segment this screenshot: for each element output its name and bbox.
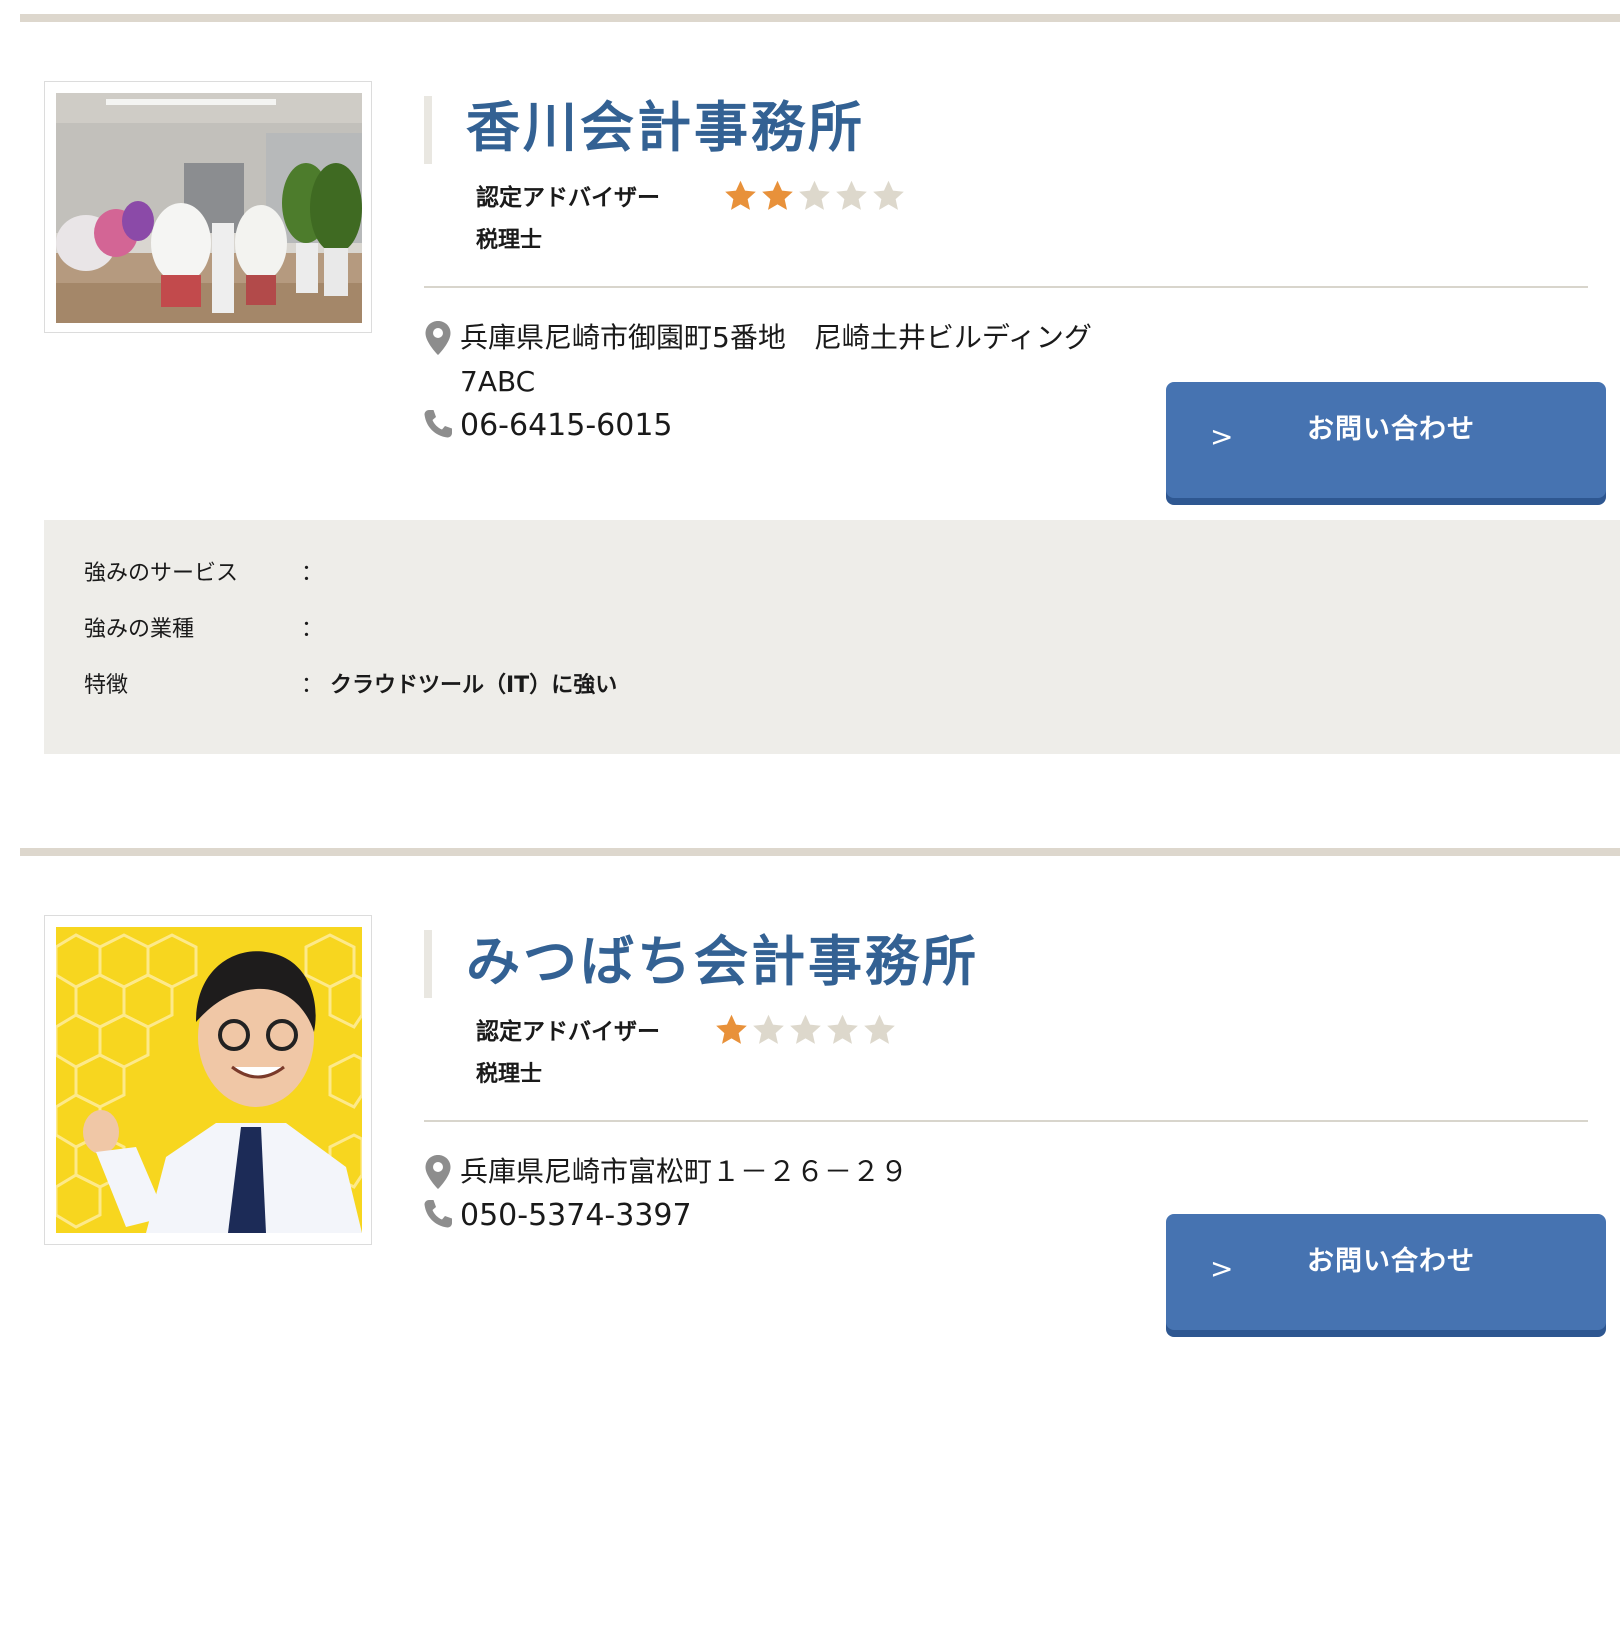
info-colon: ：: [301, 673, 324, 698]
office-photo: [56, 93, 362, 323]
star-icon: [827, 1014, 858, 1044]
rating-stars: [723, 178, 906, 218]
map-pin-icon: [425, 1155, 451, 1189]
contact-button-label: お問い合わせ: [1307, 1246, 1475, 1277]
info-value: クラウドツール（IT）に強い: [330, 673, 618, 698]
office-name[interactable]: 香川会計事務所: [466, 92, 865, 164]
info-key: 強みの業種: [84, 617, 195, 642]
star-icon: [762, 180, 793, 210]
feature-info-box: 強みのサービス ： 強みの業種 ： 特徴 ： クラウドツール（IT）に強い: [44, 520, 1620, 754]
star-icon: [790, 1014, 821, 1044]
advisor-label: 認定アドバイザー: [476, 185, 660, 211]
title-accent-bar: [424, 930, 432, 998]
card-top-rule: [20, 14, 1620, 22]
address: 兵庫県尼崎市御園町5番地 尼崎土井ビルディング 7ABC: [460, 316, 1140, 404]
star-icon: [725, 180, 756, 210]
contact-button[interactable]: > お問い合わせ: [1166, 382, 1606, 498]
info-key: 特徴: [84, 673, 129, 698]
advisor-label: 認定アドバイザー: [476, 1019, 660, 1045]
title-accent-bar: [424, 96, 432, 164]
star-icon: [753, 1014, 784, 1044]
contact-button[interactable]: > お問い合わせ: [1166, 1214, 1606, 1330]
map-pin-icon: [425, 321, 451, 355]
info-colon: ：: [301, 561, 324, 586]
office-photo-frame: [44, 915, 372, 1245]
star-icon: [836, 180, 867, 210]
divider: [424, 1120, 1588, 1122]
contact-button-label: お問い合わせ: [1307, 414, 1475, 445]
office-photo-frame: [44, 81, 372, 333]
info-key: 強みのサービス: [84, 561, 239, 586]
card-top-rule: [20, 848, 1620, 856]
rating-stars: [714, 1012, 897, 1052]
address-line-1: 兵庫県尼崎市御園町5番地 尼崎土井ビルディング: [460, 321, 1092, 354]
office-name[interactable]: みつばち会計事務所: [466, 926, 979, 998]
advisor-portrait: [56, 927, 362, 1233]
address-line-2: 7ABC: [460, 365, 536, 398]
phone-icon: [424, 410, 452, 438]
office-card: みつばち会計事務所 認定アドバイザー 税理士 兵庫県尼崎市富松町１－２６－２９ …: [0, 848, 1620, 1648]
phone-number[interactable]: 050-5374-3397: [460, 1194, 692, 1238]
star-icon: [716, 1014, 747, 1044]
star-icon: [873, 180, 904, 210]
star-icon: [864, 1014, 895, 1044]
address-line-1: 兵庫県尼崎市富松町１－２６－２９: [460, 1155, 909, 1188]
star-icon: [799, 180, 830, 210]
divider: [424, 286, 1588, 288]
qualification: 税理士: [476, 1062, 543, 1087]
info-colon: ：: [301, 617, 324, 642]
qualification: 税理士: [476, 228, 543, 253]
phone-icon: [424, 1200, 452, 1228]
phone-number[interactable]: 06-6415-6015: [460, 404, 673, 448]
address: 兵庫県尼崎市富松町１－２６－２９: [460, 1150, 1140, 1194]
office-card: 香川会計事務所 認定アドバイザー 税理士 兵庫県尼崎市御園町5番地 尼崎土井ビル…: [0, 14, 1620, 814]
